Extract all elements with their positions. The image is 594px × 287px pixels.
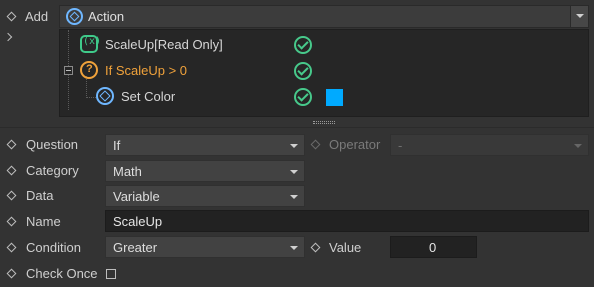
expand-arrow-icon[interactable] xyxy=(3,32,13,42)
keyframe-diamond-icon[interactable] xyxy=(6,165,17,176)
operator-value: - xyxy=(398,138,403,153)
action-dropdown-button[interactable] xyxy=(570,6,588,27)
name-label: Name xyxy=(26,214,61,229)
chevron-down-icon xyxy=(576,14,584,18)
valid-check-icon xyxy=(294,62,312,80)
variable-icon: (x) xyxy=(80,35,101,53)
chevron-down-icon xyxy=(574,144,582,148)
category-value: Math xyxy=(113,164,142,179)
value-field-value: 0 xyxy=(429,240,437,255)
tree-item-set-color[interactable]: Set Color xyxy=(60,84,588,110)
chevron-down-icon xyxy=(290,170,298,174)
question-value: If xyxy=(113,138,121,153)
chevron-down-icon xyxy=(290,246,298,250)
keyframe-diamond-icon[interactable] xyxy=(6,268,17,279)
tree-item-label: If ScaleUp > 0 xyxy=(105,63,188,78)
valid-check-icon xyxy=(294,88,312,106)
keyframe-diamond-icon[interactable] xyxy=(6,242,17,253)
collapse-toggle-icon[interactable] xyxy=(64,66,73,75)
action-icon xyxy=(96,87,114,105)
data-label: Data xyxy=(26,188,54,203)
check-once-checkbox[interactable] xyxy=(106,269,116,279)
tree-item-label: ScaleUp[Read Only] xyxy=(105,37,223,52)
question-label: Question xyxy=(26,137,79,152)
tree-item-label: Set Color xyxy=(121,89,176,104)
category-dropdown[interactable]: Math xyxy=(105,160,305,182)
panel-splitter-handle[interactable] xyxy=(313,121,335,124)
keyframe-diamond-icon[interactable] xyxy=(6,190,17,201)
condition-label: Condition xyxy=(26,240,81,255)
question-dropdown[interactable]: If xyxy=(105,134,305,156)
action-icon xyxy=(66,8,83,25)
category-label: Category xyxy=(26,163,79,178)
check-once-label: Check Once xyxy=(26,266,98,281)
keyframe-diamond-icon[interactable] xyxy=(6,216,17,227)
chevron-down-icon xyxy=(290,144,298,148)
chevron-down-icon xyxy=(290,195,298,199)
condition-dropdown[interactable]: Greater xyxy=(105,236,305,258)
keyframe-diamond-icon[interactable] xyxy=(310,242,321,253)
color-swatch[interactable] xyxy=(326,89,343,106)
value-field[interactable]: 0 xyxy=(390,236,477,258)
name-field[interactable]: ScaleUp xyxy=(105,210,589,232)
action-dropdown-value: Action xyxy=(88,9,125,24)
data-value: Variable xyxy=(113,189,160,204)
keyframe-diamond-icon[interactable] xyxy=(6,139,17,150)
valid-check-icon xyxy=(294,36,312,54)
add-label: Add xyxy=(25,9,49,24)
operator-dropdown: - xyxy=(390,134,589,156)
tree-item-scaleup[interactable]: (x) ScaleUp[Read Only] xyxy=(60,32,588,58)
data-dropdown[interactable]: Variable xyxy=(105,185,305,207)
operator-label: Operator xyxy=(329,137,381,152)
add-keyframe-diamond-icon[interactable] xyxy=(6,11,17,22)
name-value: ScaleUp xyxy=(113,214,163,229)
action-dropdown[interactable]: Action xyxy=(59,5,589,28)
divider xyxy=(0,127,594,128)
condition-icon: ? xyxy=(80,61,98,79)
condition-value: Greater xyxy=(113,240,158,255)
value-label: Value xyxy=(329,240,362,255)
behavior-tree-panel: (x) ScaleUp[Read Only] ? If ScaleUp > 0 … xyxy=(59,29,589,117)
keyframe-diamond-icon xyxy=(310,139,321,150)
tree-item-if-scaleup[interactable]: ? If ScaleUp > 0 xyxy=(60,58,588,84)
